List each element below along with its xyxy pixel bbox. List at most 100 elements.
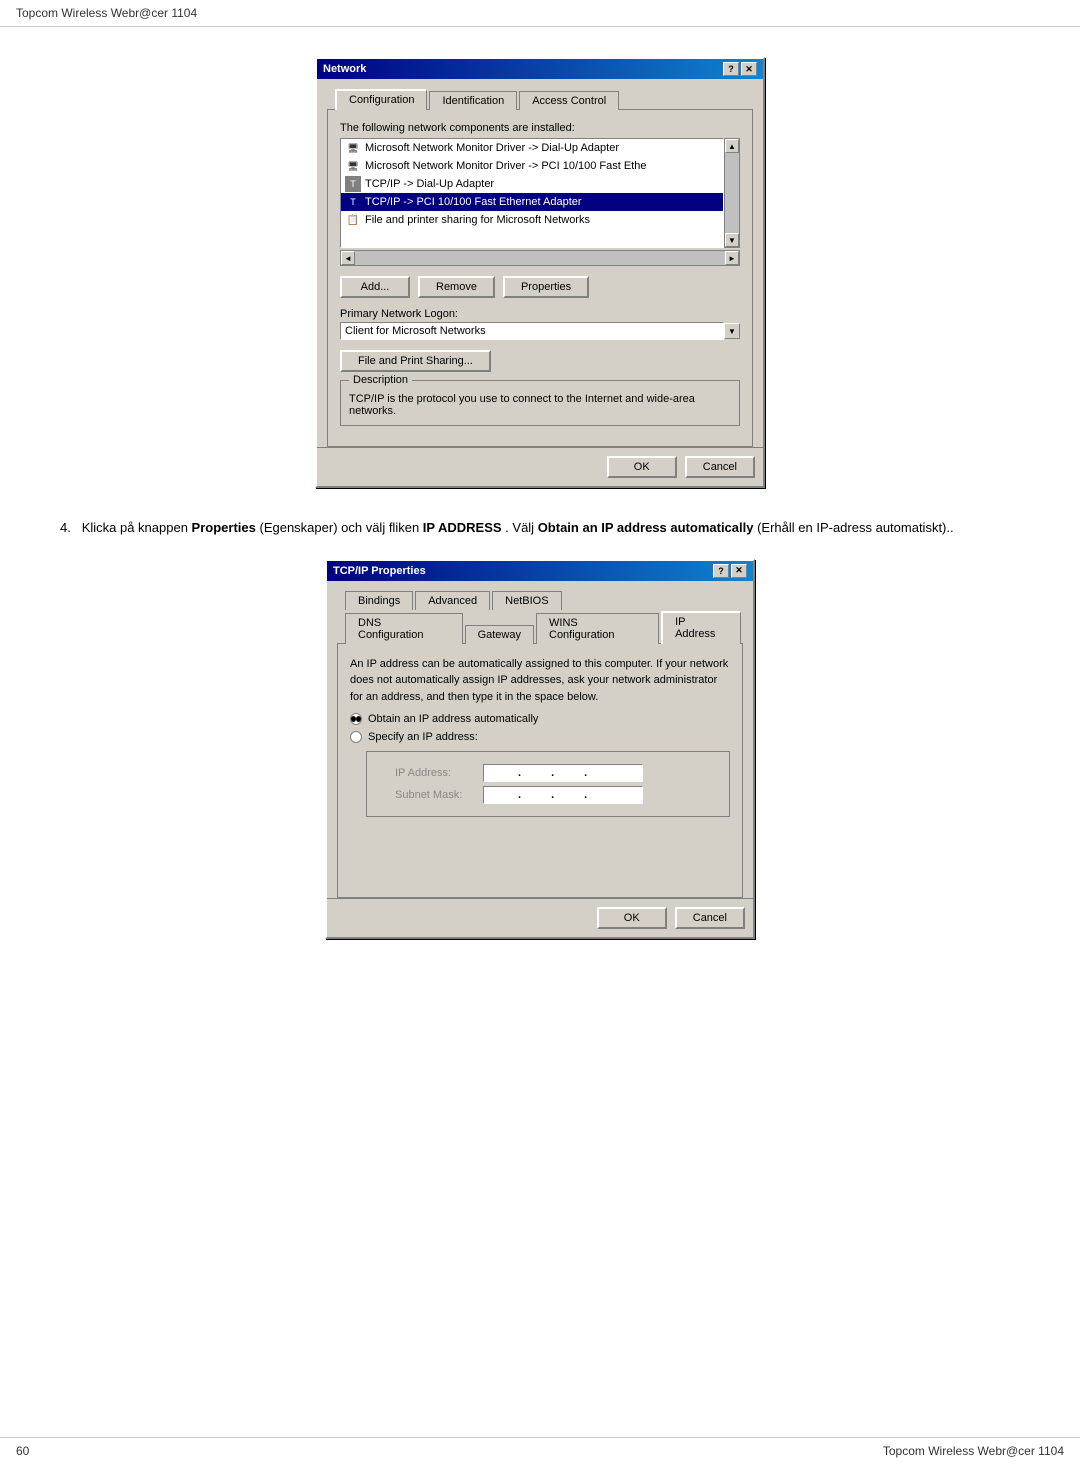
tab-access-control[interactable]: Access Control [519, 91, 619, 110]
tab-dns[interactable]: DNS Configuration [345, 613, 463, 644]
ip-seg1[interactable] [488, 767, 518, 779]
ip-seg4[interactable] [587, 767, 617, 779]
tab-netbios[interactable]: NetBIOS [492, 591, 561, 610]
tcp-icon-selected: T [345, 194, 361, 210]
list-item-text: TCP/IP -> Dial-Up Adapter [365, 178, 494, 190]
ip-address-label: IP Address: [395, 767, 475, 779]
horizontal-scrollbar-area: ◄ ► [340, 250, 740, 266]
tab-ip-address[interactable]: IP Address [661, 611, 741, 644]
step-number: 4. [60, 520, 71, 535]
monitor-icon: 🖥 [345, 158, 361, 174]
ip-seg2[interactable] [521, 767, 551, 779]
close-button[interactable]: ✕ [741, 62, 757, 76]
primary-logon-dropdown[interactable]: Client for Microsoft Networks [340, 322, 724, 340]
list-item-selected[interactable]: T TCP/IP -> PCI 10/100 Fast Ethernet Ada… [341, 193, 723, 211]
components-list-area: 🖥 Microsoft Network Monitor Driver -> Di… [340, 138, 740, 248]
radio-obtain-auto-row: Obtain an IP address automatically [350, 713, 730, 725]
step-bold2: IP ADDRESS [423, 520, 502, 535]
scroll-track[interactable] [725, 153, 739, 233]
step4-text: 4. Klicka på knappen Properties (Egenska… [60, 518, 1020, 539]
tcpip-close-button[interactable]: ✕ [731, 564, 747, 578]
monitor-icon: 🖥 [345, 140, 361, 156]
network-title: Network [323, 63, 366, 75]
action-buttons-row: Add... Remove Properties [340, 276, 740, 298]
scroll-left[interactable]: ◄ [341, 251, 355, 265]
list-item[interactable]: 🖥 Microsoft Network Monitor Driver -> Di… [341, 139, 723, 157]
description-label: Description [349, 374, 412, 386]
network-dialog-footer: OK Cancel [317, 447, 763, 486]
tcpip-dialog: TCP/IP Properties ? ✕ Bindings Advanced [325, 559, 755, 940]
ip-seg3[interactable] [554, 767, 584, 779]
tcpip-help-button[interactable]: ? [713, 564, 729, 578]
remove-button[interactable]: Remove [418, 276, 495, 298]
step-bold1: Properties [192, 520, 256, 535]
vertical-scrollbar[interactable]: ▲ ▼ [724, 138, 740, 248]
header-title: Topcom Wireless Webr@cer 1104 [16, 6, 197, 20]
scroll-h-track[interactable] [355, 251, 725, 265]
radio-obtain-auto[interactable] [350, 713, 362, 725]
step-bold3: Obtain an IP address automatically [538, 520, 754, 535]
subnet-seg2[interactable] [521, 789, 551, 801]
list-item[interactable]: 🖥 Microsoft Network Monitor Driver -> PC… [341, 157, 723, 175]
tcpip-dialog-footer: OK Cancel [327, 898, 753, 937]
tcp-icon: T [345, 176, 361, 192]
tab-gateway[interactable]: Gateway [465, 625, 534, 644]
add-button[interactable]: Add... [340, 276, 410, 298]
list-item-text: Microsoft Network Monitor Driver -> Dial… [365, 142, 619, 154]
dropdown-value: Client for Microsoft Networks [345, 325, 486, 337]
radio-specify-row: Specify an IP address: [350, 731, 730, 743]
horizontal-scrollbar[interactable]: ◄ ► [340, 250, 740, 266]
components-listbox[interactable]: 🖥 Microsoft Network Monitor Driver -> Di… [340, 138, 724, 248]
file-print-sharing-button[interactable]: File and Print Sharing... [340, 350, 491, 372]
subnet-mask-field[interactable]: . . . [483, 786, 643, 804]
footer: 60 Topcom Wireless Webr@cer 1104 [0, 1437, 1080, 1464]
list-item[interactable]: 📋 File and printer sharing for Microsoft… [341, 211, 723, 229]
primary-logon-label: Primary Network Logon: [340, 308, 740, 320]
tcpip-ok-button[interactable]: OK [597, 907, 667, 929]
ok-button[interactable]: OK [607, 456, 677, 478]
description-groupbox: Description TCP/IP is the protocol you u… [340, 380, 740, 426]
step-text4: (Erhåll en IP-adress automatiskt).. [757, 520, 954, 535]
subnet-seg3[interactable] [554, 789, 584, 801]
network-dialog: Network ? ✕ Configuration Identification [315, 57, 765, 488]
tab-configuration[interactable]: Configuration [335, 89, 427, 110]
list-item-text: Microsoft Network Monitor Driver -> PCI … [365, 160, 647, 172]
primary-logon-row: Client for Microsoft Networks ▼ [340, 322, 740, 340]
tab-bindings[interactable]: Bindings [345, 591, 413, 610]
radio-obtain-auto-label: Obtain an IP address automatically [368, 713, 538, 725]
tcpip-tab-row1: Bindings Advanced NetBIOS [337, 591, 743, 610]
properties-button[interactable]: Properties [503, 276, 589, 298]
tcpip-titlebar: TCP/IP Properties ? ✕ [327, 561, 753, 581]
subnet-seg1[interactable] [488, 789, 518, 801]
scroll-down[interactable]: ▼ [725, 233, 739, 247]
tab-wins[interactable]: WINS Configuration [536, 613, 659, 644]
radio-specify[interactable] [350, 731, 362, 743]
cancel-button[interactable]: Cancel [685, 456, 755, 478]
subnet-mask-row: Subnet Mask: . . . [395, 786, 721, 804]
step-intro: Klicka på knappen [82, 520, 192, 535]
share-icon: 📋 [345, 212, 361, 228]
list-item-text: TCP/IP -> PCI 10/100 Fast Ethernet Adapt… [365, 196, 582, 208]
tab-identification[interactable]: Identification [429, 91, 517, 110]
tcpip-tab-row2: DNS Configuration Gateway WINS Configura… [337, 611, 743, 644]
step-text2: (Egenskaper) och välj fliken [259, 520, 422, 535]
spacer [350, 825, 730, 885]
help-button[interactable]: ? [723, 62, 739, 76]
subnet-seg4[interactable] [587, 789, 617, 801]
list-item[interactable]: T TCP/IP -> Dial-Up Adapter [341, 175, 723, 193]
footer-page-number: 60 [16, 1444, 29, 1458]
dropdown-arrow[interactable]: ▼ [724, 323, 740, 339]
specify-groupbox: IP Address: . . . [366, 751, 730, 817]
ip-address-row: IP Address: . . . [395, 764, 721, 782]
header: Topcom Wireless Webr@cer 1104 [0, 0, 1080, 27]
network-titlebar: Network ? ✕ [317, 59, 763, 79]
footer-right-text: Topcom Wireless Webr@cer 1104 [883, 1444, 1064, 1458]
step-text3: . Välj [505, 520, 538, 535]
tcpip-cancel-button[interactable]: Cancel [675, 907, 745, 929]
scroll-up[interactable]: ▲ [725, 139, 739, 153]
network-tab-content: The following network components are ins… [327, 109, 753, 447]
ip-address-field[interactable]: . . . [483, 764, 643, 782]
tcpip-tab-content: An IP address can be automatically assig… [337, 643, 743, 899]
scroll-right[interactable]: ► [725, 251, 739, 265]
tab-advanced[interactable]: Advanced [415, 591, 490, 610]
